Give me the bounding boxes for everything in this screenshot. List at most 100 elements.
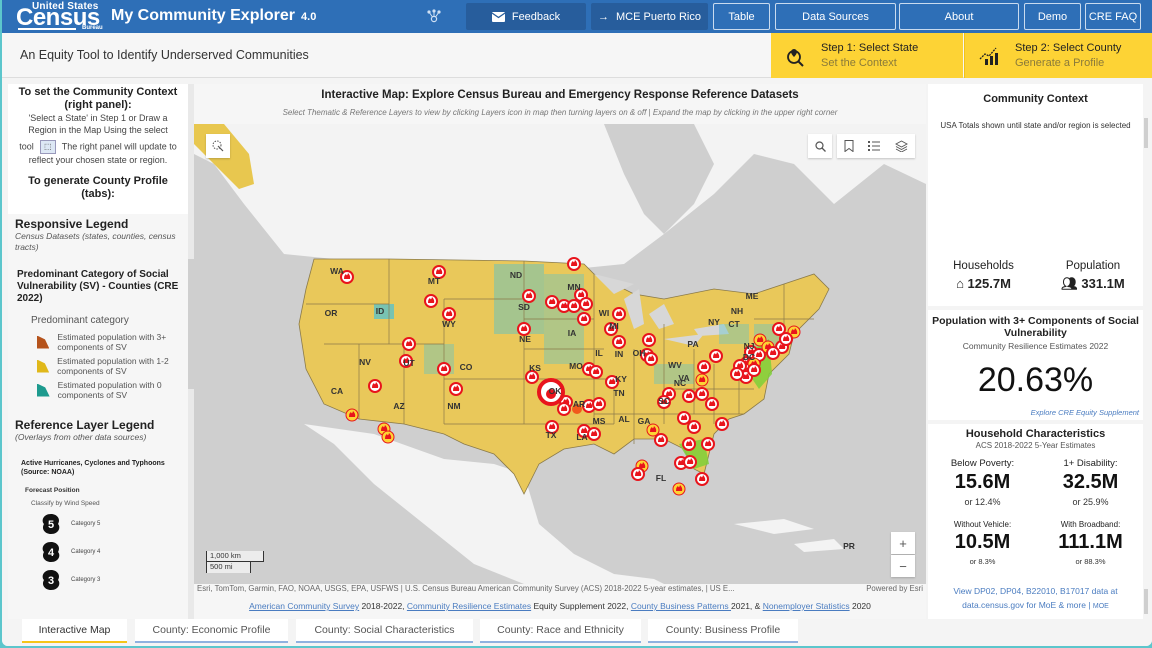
mce-puerto-rico-button[interactable]: → MCE Puerto Rico <box>591 3 708 30</box>
legend-hurricane-cat4: 4 Category 4 <box>39 541 181 563</box>
state-label-la: LA <box>576 432 587 442</box>
wildfire-marker[interactable] <box>567 299 581 313</box>
wildfire-marker[interactable] <box>368 379 382 393</box>
wildfire-marker[interactable] <box>672 482 686 496</box>
reference-legend-subtitle: (Overlays from other data sources) <box>15 432 147 442</box>
wildfire-marker[interactable] <box>402 337 416 351</box>
wildfire-marker[interactable] <box>766 346 780 360</box>
bookmark-icon[interactable] <box>844 140 854 152</box>
wildfire-marker[interactable] <box>612 307 626 321</box>
wildfire-marker[interactable] <box>577 312 591 326</box>
wildfire-marker[interactable] <box>381 430 395 444</box>
legend-swatch-sv-mid <box>37 359 50 373</box>
step2-select-county-button[interactable]: Step 2: Select County Generate a Profile <box>964 33 1152 78</box>
wildfire-marker[interactable] <box>424 294 438 308</box>
wildfire-marker[interactable] <box>545 295 559 309</box>
wildfire-marker[interactable] <box>747 363 761 377</box>
wildfire-marker[interactable] <box>687 420 701 434</box>
legend-swatch-sv-low <box>37 383 50 397</box>
wildfire-marker[interactable] <box>697 360 711 374</box>
hurricane-icon: 3 <box>42 570 60 590</box>
sv-percentage: 20.63% <box>977 361 1094 399</box>
wildfire-marker[interactable] <box>587 427 601 441</box>
no-vehicle-stat: Without Vehicle: 10.5M or 8.3% <box>930 520 1035 566</box>
wildfire-marker[interactable] <box>677 411 691 425</box>
tab-interactive-map[interactable]: Interactive Map <box>22 619 127 643</box>
table-button[interactable]: Table <box>713 3 770 30</box>
network-icon[interactable] <box>426 8 442 24</box>
right-panel-scrollbar-top[interactable] <box>1144 118 1148 148</box>
wildfire-marker[interactable] <box>449 382 463 396</box>
wildfire-marker[interactable] <box>709 349 723 363</box>
state-label-me: ME <box>746 291 759 301</box>
zoom-out-button[interactable]: − <box>891 555 915 577</box>
wildfire-marker[interactable] <box>682 437 696 451</box>
map-widget-group <box>837 134 915 158</box>
map-search-button[interactable] <box>808 134 832 158</box>
acs-link[interactable]: American Community Survey <box>249 601 359 611</box>
legend-list-icon[interactable] <box>868 140 881 152</box>
about-button[interactable]: About <box>899 3 1019 30</box>
data-sources-button[interactable]: Data Sources <box>775 3 896 30</box>
wildfire-marker[interactable] <box>631 467 645 481</box>
nes-link[interactable]: Nonemployer Statistics <box>763 601 850 611</box>
step1-select-state-button[interactable]: Step 1: Select State Set the Context <box>771 33 963 78</box>
wildfire-marker[interactable] <box>695 472 709 486</box>
cre-link[interactable]: Community Resilience Estimates <box>407 601 531 611</box>
cre-faq-button[interactable]: CRE FAQ <box>1085 3 1141 30</box>
wildfire-marker[interactable] <box>705 397 719 411</box>
attribution-text[interactable]: Esri, TomTom, Garmin, FAO, NOAA, USGS, E… <box>197 584 735 593</box>
broadband-pct: or 88.3% <box>1075 557 1106 566</box>
people-icon: 👥︎ <box>1061 276 1082 291</box>
wildfire-marker[interactable] <box>437 362 451 376</box>
wildfire-marker[interactable] <box>779 332 793 346</box>
powered-by-esri[interactable]: Powered by Esri <box>862 584 923 593</box>
search-icon <box>814 140 826 152</box>
wildfire-marker[interactable] <box>644 352 658 366</box>
wildfire-marker[interactable] <box>612 335 626 349</box>
zoom-in-button[interactable]: + <box>891 532 915 554</box>
right-panel-scrollbar-bottom[interactable] <box>1144 589 1148 614</box>
wildfire-marker[interactable] <box>589 365 603 379</box>
wildfire-marker[interactable] <box>642 333 656 347</box>
tab-business-profile[interactable]: County: Business Profile <box>648 619 798 643</box>
census-logo[interactable]: United States Census Bureau <box>16 1 103 31</box>
tab-social-characteristics[interactable]: County: Social Characteristics <box>296 619 473 643</box>
no-vehicle-label: Without Vehicle: <box>953 520 1012 529</box>
state-label-or: OR <box>325 308 338 318</box>
cbp-years: 2021, & <box>731 601 763 611</box>
envelope-icon <box>491 11 505 22</box>
wildfire-marker[interactable] <box>695 387 709 401</box>
moe-link[interactable]: MOE <box>1093 603 1109 610</box>
wildfire-marker[interactable] <box>682 389 696 403</box>
wildfire-marker[interactable] <box>522 289 536 303</box>
select-tool-button[interactable] <box>206 134 230 158</box>
wildfire-marker[interactable] <box>567 257 581 271</box>
demo-button[interactable]: Demo <box>1024 3 1081 30</box>
wildfire-marker[interactable] <box>345 408 359 422</box>
broadband-stat: With Broadband: 111.1M or 88.3% <box>1038 520 1143 566</box>
wildfire-marker[interactable] <box>730 367 744 381</box>
tab-economic-profile[interactable]: County: Economic Profile <box>135 619 288 643</box>
app-title-text: My Community Explorer <box>111 7 296 24</box>
reference-legend-title: Reference Layer Legend <box>15 418 155 432</box>
explore-cre-link[interactable]: Explore CRE Equity Supplement <box>928 408 1143 417</box>
interactive-map[interactable]: WA OR ID MT WY NV CA UT CO AZ NM ND SD NE KS OK TX MN IA MO… <box>194 124 926 584</box>
state-label-ky: KY <box>615 374 627 384</box>
feedback-button[interactable]: Feedback <box>466 3 586 30</box>
cbp-link[interactable]: County Business Patterns <box>631 601 731 611</box>
wildfire-marker[interactable] <box>683 455 697 469</box>
wildfire-marker[interactable] <box>701 437 715 451</box>
wildfire-marker[interactable] <box>715 417 729 431</box>
tab-race-ethnicity[interactable]: County: Race and Ethnicity <box>480 619 641 643</box>
wildfire-marker[interactable] <box>557 402 571 416</box>
nes-years: 2020 <box>849 601 871 611</box>
wildfire-marker[interactable] <box>654 433 668 447</box>
wildfire-marker[interactable] <box>579 297 593 311</box>
wildfire-marker[interactable] <box>695 373 709 387</box>
state-label-ct: CT <box>728 319 740 329</box>
instructions-text1: 'Select a State' in Step 1 or Draw a Reg… <box>28 113 168 135</box>
layers-icon[interactable] <box>894 140 908 152</box>
wildfire-marker[interactable] <box>592 397 606 411</box>
household-card: Household Characteristics ACS 2018-2022 … <box>928 424 1143 619</box>
